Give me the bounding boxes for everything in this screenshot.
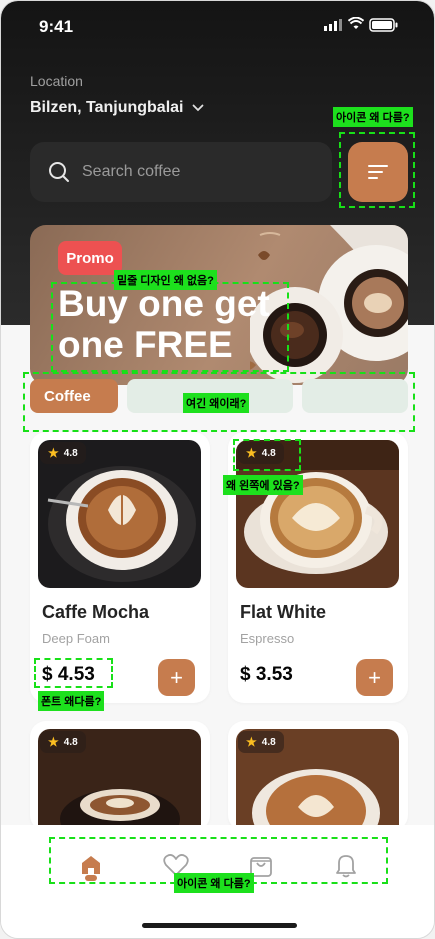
annotation-label-price: 폰트 왜다름? — [38, 691, 105, 711]
annotation-box-filter — [339, 132, 415, 208]
status-bar: 9:41 — [1, 1, 434, 53]
search-icon — [49, 162, 69, 182]
product-price: $ 3.53 — [240, 664, 293, 685]
product-subtitle: Espresso — [240, 631, 295, 646]
rating-badge: ★ 4.8 — [40, 731, 86, 753]
rating-value: 4.8 — [261, 736, 276, 748]
location-value: Bilzen, Tanjungbalai — [30, 99, 184, 116]
phone-screen: 9:41 Location Bilzen, Tanjungbalai Searc… — [0, 0, 435, 939]
rating-badge: ★ 4.8 — [238, 731, 284, 753]
wifi-icon — [348, 17, 364, 29]
product-card-4[interactable]: ★ 4.8 — [228, 721, 408, 839]
annotation-label-headline: 밑줄 디자인 왜 없음? — [114, 270, 217, 290]
annotation-label-rating: 왜 왼쪽에 있음? — [223, 475, 303, 495]
add-to-cart-button[interactable]: + — [356, 659, 393, 696]
annotation-label-filter: 아이콘 왜 다름? — [333, 107, 413, 127]
rating-badge: ★ 4.8 — [40, 442, 86, 464]
status-time: 9:41 — [39, 17, 74, 36]
product-name: Caffe Mocha — [42, 602, 150, 622]
star-icon: ★ — [48, 735, 59, 749]
star-icon: ★ — [246, 735, 257, 749]
rating-value: 4.8 — [63, 736, 78, 748]
annotation-box-price — [34, 658, 113, 688]
promo-badge: Promo — [58, 241, 122, 275]
location-selector[interactable]: Bilzen, Tanjungbalai — [30, 99, 204, 117]
battery-icon — [369, 18, 398, 32]
annotation-box-headline — [51, 282, 289, 372]
product-card-3[interactable]: ★ 4.8 — [30, 721, 210, 839]
star-icon: ★ — [48, 446, 59, 460]
search-bar[interactable] — [30, 142, 332, 202]
product-name: Flat White — [240, 602, 326, 622]
signal-icon — [324, 19, 342, 31]
annotation-label-categories: 여긴 왜이래? — [183, 393, 250, 413]
product-card-flat-white[interactable]: ★ 4.8 Flat White Espresso $ 3.53 + — [228, 432, 408, 703]
annotation-label-nav: 아이콘 왜 다름? — [174, 873, 254, 893]
rating-value: 4.8 — [63, 447, 78, 459]
chevron-down-icon — [192, 104, 203, 112]
home-indicator — [142, 923, 297, 928]
product-subtitle: Deep Foam — [42, 631, 110, 646]
location-label: Location — [30, 73, 83, 89]
search-input[interactable] — [82, 163, 302, 181]
annotation-box-rating — [233, 439, 301, 471]
add-to-cart-button[interactable]: + — [158, 659, 195, 696]
